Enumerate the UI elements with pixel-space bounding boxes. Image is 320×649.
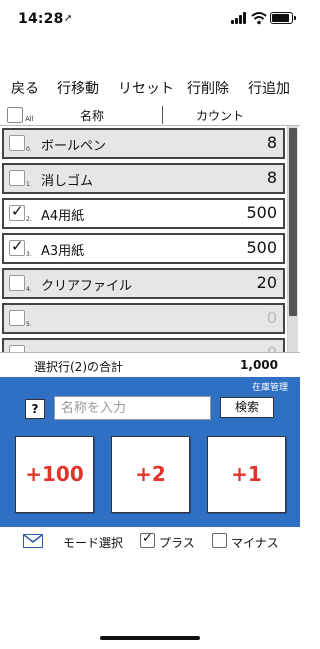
item-list: 0. ボールペン 8 1. 消しゴム 8 ✓ 2. A4用紙 500 ✓ 3. …	[0, 126, 300, 352]
checkmark-icon: ✓	[11, 237, 24, 255]
summary-value: 1,000	[240, 358, 278, 372]
table-row[interactable]: ✓ 3. A3用紙 500	[2, 233, 285, 264]
plus-mode-checkbox[interactable]: ✓	[140, 531, 155, 548]
row-checkbox[interactable]	[9, 310, 25, 326]
row-index: 3.	[26, 251, 32, 258]
table-row[interactable]: 5. 0	[2, 303, 285, 334]
mode-bar: モード選択 ✓ プラス マイナス	[0, 530, 300, 554]
row-checkbox[interactable]	[9, 275, 25, 291]
checkmark-icon: ✓	[11, 202, 24, 220]
select-all-checkbox[interactable]	[7, 107, 23, 123]
row-count: 20	[256, 273, 277, 292]
row-name: 消しゴム	[41, 174, 94, 189]
row-checkbox[interactable]	[9, 135, 25, 151]
panel-title: 在庫管理	[251, 383, 288, 393]
location-arrow-icon: ➚	[64, 13, 73, 24]
row-checkbox[interactable]	[9, 170, 25, 186]
help-button[interactable]: ?	[25, 399, 45, 419]
search-button[interactable]: 検索	[220, 397, 274, 418]
signal-icon	[231, 12, 249, 24]
wifi-icon	[251, 12, 267, 25]
plus-mode-label: プラス	[159, 536, 195, 550]
reset-button[interactable]: リセット	[118, 78, 174, 100]
row-index: 2.	[26, 216, 32, 223]
table-row[interactable]: 1. 消しゴム 8	[2, 163, 285, 194]
minus-mode-label: マイナス	[231, 536, 279, 550]
row-index: 0.	[26, 146, 32, 153]
row-count: 500	[246, 203, 277, 222]
back-button[interactable]: 戻る	[11, 78, 39, 100]
row-checkbox[interactable]	[9, 345, 25, 352]
table-row[interactable]: 6. 0	[2, 338, 285, 352]
add-row-button[interactable]: 行追加	[248, 78, 290, 100]
table-row[interactable]: 0. ボールペン 8	[2, 128, 285, 159]
add-100-button[interactable]: +100	[15, 436, 94, 513]
add-1-button[interactable]: +1	[207, 436, 286, 513]
mail-icon[interactable]	[23, 534, 43, 548]
row-index: 5.	[26, 321, 32, 328]
row-checkbox[interactable]: ✓	[9, 237, 25, 256]
row-name: A3用紙	[41, 244, 85, 259]
row-count: 500	[246, 238, 277, 257]
table-header: All 名称 カウント	[0, 104, 300, 126]
mode-select-label: モード選択	[63, 536, 124, 550]
status-bar: 14:28 ➚	[0, 0, 300, 38]
row-name: クリアファイル	[41, 279, 133, 294]
checkmark-icon: ✓	[142, 531, 153, 546]
selection-summary: 選択行(2)の合計 1,000	[0, 352, 300, 377]
row-index: 1.	[26, 181, 32, 188]
inventory-panel: 在庫管理 ? 検索 +100 +2 +1	[0, 377, 300, 527]
select-all-label: All	[25, 115, 34, 123]
delete-row-button[interactable]: 行削除	[187, 78, 229, 100]
row-name: A4用紙	[41, 209, 85, 224]
add-2-button[interactable]: +2	[111, 436, 190, 513]
column-divider	[162, 106, 163, 124]
status-time: 14:28	[18, 11, 64, 27]
table-row[interactable]: ✓ 2. A4用紙 500	[2, 198, 285, 229]
row-count: 8	[266, 133, 277, 152]
column-header-count: カウント	[196, 109, 245, 123]
row-index: 4.	[26, 286, 32, 293]
battery-icon	[270, 12, 296, 24]
scrollbar-thumb[interactable]	[289, 128, 297, 316]
toolbar: 戻る 行移動 リセット 行削除 行追加	[0, 78, 300, 102]
column-header-name: 名称	[80, 109, 105, 123]
name-search-input[interactable]	[54, 396, 211, 420]
table-row[interactable]: 4. クリアファイル 20	[2, 268, 285, 299]
row-count: 0	[266, 308, 277, 327]
row-name: ボールペン	[41, 139, 107, 154]
row-count: 8	[266, 168, 277, 187]
summary-label: 選択行(2)の合計	[34, 360, 123, 374]
move-row-button[interactable]: 行移動	[57, 78, 99, 100]
row-checkbox[interactable]: ✓	[9, 202, 25, 221]
home-indicator	[100, 636, 200, 640]
row-count: 0	[267, 343, 277, 352]
list-scrollbar[interactable]	[287, 126, 298, 352]
minus-mode-checkbox[interactable]	[212, 533, 227, 548]
